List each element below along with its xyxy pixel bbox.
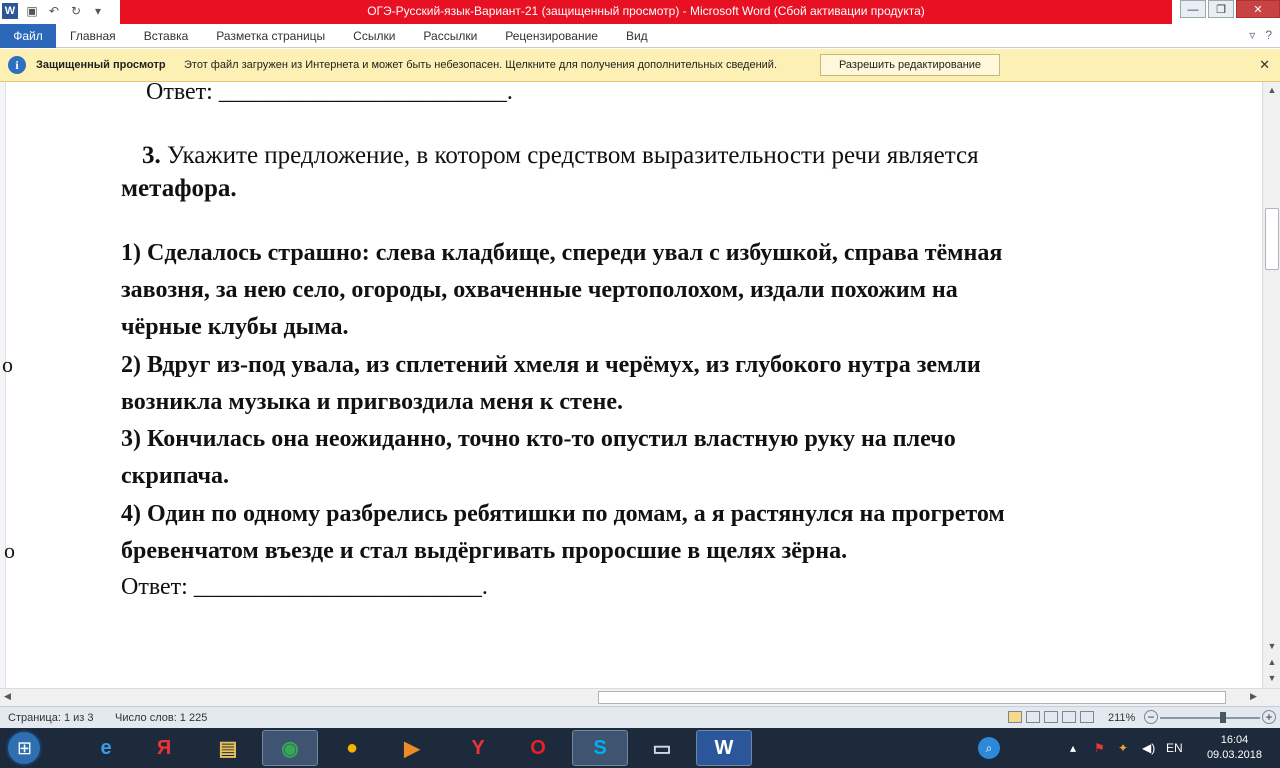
chrome-icon[interactable]: ◉ (262, 730, 318, 766)
option-4-line-2: бревенчатом въезде и стал выдёргивать пр… (121, 538, 848, 564)
file-explorer-icon[interactable]: ▤ (200, 730, 256, 766)
question-text: Укажите предложение, в котором средством… (160, 142, 979, 169)
option-4-line-1: 4) Один по одному разбрелись ребятишки п… (121, 501, 1005, 527)
protected-view-bar: i Защищенный просмотр Этот файл загружен… (0, 49, 1280, 82)
zoom-out-icon[interactable]: − (1144, 710, 1158, 724)
option-3-line-1: 3) Кончилась она неожиданно, точно кто-т… (121, 426, 956, 452)
window-controls: — ❐ ✕ (1178, 0, 1280, 20)
previous-answer-line: Ответ: ________________________. (146, 82, 513, 105)
option-2-line-2: возникла музыка и пригвоздила меня к сте… (121, 389, 623, 415)
web-layout-icon[interactable] (1044, 711, 1058, 723)
system-tray: ⌕ ▴ ⚑ ✦ ◀) EN 16:04 09.03.2018 (970, 728, 1280, 768)
keyboard-layout-icon[interactable]: EN (1166, 741, 1183, 755)
tab-view[interactable]: Вид (612, 24, 662, 48)
view-buttons (1008, 711, 1094, 723)
tab-review[interactable]: Рецензирование (491, 24, 612, 48)
tab-references[interactable]: Ссылки (339, 24, 409, 48)
protected-view-message[interactable]: Этот файл загружен из Интернета и может … (184, 59, 777, 71)
clock[interactable]: 16:04 09.03.2018 (1207, 733, 1262, 763)
start-button[interactable]: ⊞ (6, 730, 42, 766)
status-bar: Страница: 1 из 3 Число слов: 1 225 211% … (0, 706, 1280, 728)
save-icon[interactable]: ▣ (24, 3, 40, 19)
window-title: ОГЭ-Русский-язык-Вариант-21 (защищенный … (367, 4, 925, 18)
yandex-icon[interactable]: Y (450, 730, 506, 766)
margin-char: о (2, 352, 13, 377)
taskbar: ⊞ e Я ▤ ◉ ● ▶ Y O S ▭ W ⌕ ▴ ⚑ ✦ ◀) EN 16… (0, 728, 1280, 768)
restore-button[interactable]: ❐ (1208, 0, 1234, 18)
outline-icon[interactable] (1062, 711, 1076, 723)
word-app-icon[interactable]: W (2, 3, 18, 19)
skype-icon[interactable]: S (572, 730, 628, 766)
tab-home[interactable]: Главная (56, 24, 130, 48)
clock-time: 16:04 (1220, 734, 1249, 746)
vertical-scrollbar[interactable]: ▲ ▼ ▲ ▼ (1262, 82, 1280, 688)
scroll-down-icon[interactable]: ▼ (1263, 638, 1280, 654)
zoom-level[interactable]: 211% (1108, 712, 1135, 724)
yandex-browser-icon[interactable]: Я (136, 730, 192, 766)
title-bar: W ▣ ↶ ↻ ▾ ОГЭ-Русский-язык-Вариант-21 (з… (0, 0, 1280, 24)
question-term: метафора. (121, 175, 237, 202)
margin-char: о (4, 538, 15, 563)
option-1-line-1: 1) Сделалось страшно: слева кладбище, сп… (121, 240, 1003, 266)
previous-page-icon[interactable]: ▲ (1263, 654, 1280, 670)
zoom-slider-knob[interactable] (1220, 712, 1226, 723)
print-layout-icon[interactable] (1008, 711, 1022, 723)
document-left-edge (0, 82, 6, 688)
question-number: 3. (142, 142, 161, 169)
horizontal-scrollbar[interactable]: ◀ ▶ (0, 688, 1280, 706)
window-switcher-icon[interactable]: ▭ (634, 730, 690, 766)
volume-icon[interactable]: ◀) (1142, 741, 1155, 755)
close-bar-icon[interactable]: ✕ (1259, 57, 1270, 73)
next-page-icon[interactable]: ▼ (1263, 670, 1280, 686)
customize-toolbar-icon[interactable]: ▾ (90, 3, 106, 19)
tab-insert[interactable]: Вставка (130, 24, 203, 48)
option-1-line-2: завозня, за нею село, огороды, охваченны… (121, 277, 958, 303)
tab-mailings[interactable]: Рассылки (409, 24, 491, 48)
tab-file[interactable]: Файл (0, 23, 56, 48)
answer-line: Ответ: ________________________. (121, 574, 488, 600)
vertical-scroll-thumb[interactable] (1265, 208, 1279, 270)
word-count[interactable]: Число слов: 1 225 (115, 712, 207, 724)
windows-logo-icon: ⊞ (17, 738, 33, 758)
scroll-right-icon[interactable]: ▶ (1250, 691, 1257, 702)
close-button[interactable]: ✕ (1236, 0, 1280, 18)
quick-access-toolbar: W ▣ ↶ ↻ ▾ (2, 3, 106, 19)
show-hidden-icons-icon[interactable]: ▴ (1070, 741, 1076, 755)
clock-date: 09.03.2018 (1206, 749, 1262, 761)
network-warning-icon[interactable]: ⚑ (1094, 741, 1105, 755)
option-1-line-3: чёрные клубы дыма. (121, 314, 349, 340)
opera-icon[interactable]: O (510, 730, 566, 766)
option-3-line-2: скрипача. (121, 463, 230, 489)
word-taskbar-icon[interactable]: W (696, 730, 752, 766)
page-count[interactable]: Страница: 1 из 3 (8, 712, 94, 724)
document-area[interactable]: Ответ: ________________________. 3. Укаж… (0, 82, 1262, 688)
zoom-in-icon[interactable]: + (1262, 710, 1276, 724)
zoom-slider[interactable] (1160, 717, 1260, 719)
media-player-icon[interactable]: ▶ (384, 730, 440, 766)
tab-page-layout[interactable]: Разметка страницы (202, 24, 339, 48)
enable-editing-button[interactable]: Разрешить редактирование (820, 54, 1000, 76)
full-screen-reading-icon[interactable] (1026, 711, 1040, 723)
minimize-button[interactable]: — (1180, 0, 1206, 18)
option-2-line-1: 2) Вдруг из-под увала, из сплетений хмел… (121, 352, 981, 378)
help-icon[interactable]: ? (1265, 28, 1272, 42)
scroll-left-icon[interactable]: ◀ (4, 691, 11, 702)
draft-icon[interactable] (1080, 711, 1094, 723)
redo-icon[interactable]: ↻ (68, 3, 84, 19)
action-center-icon[interactable]: ✦ (1118, 741, 1128, 755)
horizontal-scroll-thumb[interactable] (598, 691, 1226, 704)
undo-icon[interactable]: ↶ (46, 3, 62, 19)
search-icon[interactable]: ⌕ (978, 737, 1000, 759)
protected-view-title: Защищенный просмотр (36, 59, 166, 71)
info-icon: i (8, 56, 26, 74)
internet-explorer-icon[interactable]: e (78, 730, 134, 766)
question-3: 3. Укажите предложение, в котором средст… (142, 142, 979, 170)
scroll-up-icon[interactable]: ▲ (1263, 82, 1280, 98)
app-icon[interactable]: ● (324, 730, 380, 766)
ribbon-tabs: Файл Главная Вставка Разметка страницы С… (0, 23, 1280, 48)
collapse-ribbon-icon[interactable]: ▿ (1249, 28, 1255, 42)
